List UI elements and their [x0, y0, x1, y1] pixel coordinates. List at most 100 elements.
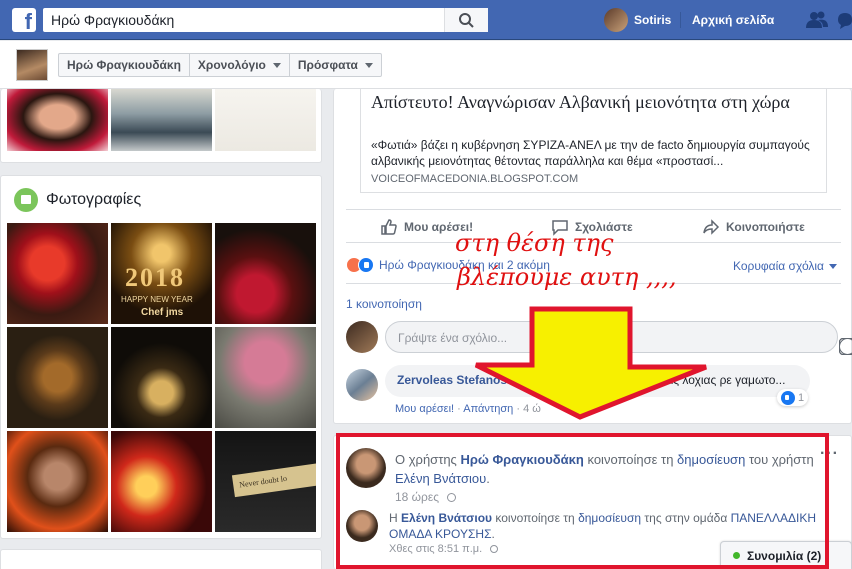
profile-nav-buttons: Ηρώ Φραγκιουδάκη Χρονολόγιο Πρόσφατα	[58, 53, 382, 77]
featured-photo[interactable]	[7, 89, 108, 151]
like-reaction-icon	[358, 257, 374, 273]
top-navigation-bar: f Sotiris Αρχική σελίδα	[0, 0, 852, 40]
photo-overlay-text: Chef jms	[141, 307, 184, 318]
shared-verb: κοινοποίησε τη	[587, 452, 674, 467]
sharer-name-link[interactable]: Ηρώ Φραγκιουδάκη	[460, 452, 583, 467]
chevron-down-icon	[272, 62, 281, 68]
shared-post-header: Ο χρήστης Ηρώ Φραγκιουδάκη κοινοποίησε τ…	[395, 452, 814, 486]
top-comments-dropdown[interactable]: Κορυφαία σχόλια	[733, 259, 837, 273]
comment-text: ένας λοχιας ρε γαμωτο...	[655, 373, 786, 387]
avatar[interactable]	[346, 369, 378, 401]
share-icon	[703, 219, 720, 235]
avatar	[604, 8, 628, 32]
recent-label: Πρόσφατα	[297, 58, 358, 72]
sticker-icon[interactable]	[839, 338, 852, 355]
annotation-text-line1: στη θέση της	[455, 229, 614, 257]
photo-tile[interactable]: Never doubt lo	[215, 431, 316, 532]
top-comments-label: Κορυφαία σχόλια	[732, 259, 824, 273]
avatar	[346, 321, 378, 353]
nested-verb: κοινοποίησε τη	[495, 511, 575, 525]
share-label: Κοινοποιήστε	[726, 220, 805, 234]
share-button[interactable]: Κοινοποιήστε	[702, 218, 805, 236]
photo-overlay-text: HAPPY NEW YEAR	[121, 295, 193, 304]
featured-photo[interactable]	[111, 89, 212, 151]
avatar[interactable]	[16, 49, 48, 81]
nested-post-link[interactable]: δημοσίευση	[578, 511, 641, 525]
photos-section: Φωτογραφίες 2018 HAPPY NEW YEAR Chef jms…	[0, 175, 322, 539]
shares-count-text: 1 κοινοποίηση	[346, 297, 422, 311]
photo-tile[interactable]	[215, 223, 316, 324]
link-description: «Φωτιά» βάζει η κυβέρνηση ΣΥΡΙΖΑ-ΑΝΕΛ με…	[371, 138, 810, 168]
shared-prefix: Ο χρήστης	[395, 452, 457, 467]
comment-like-count[interactable]: 1	[777, 389, 809, 406]
comment-input[interactable]: Γράψτε ένα σχόλιο...	[385, 321, 852, 355]
chevron-down-icon	[829, 263, 837, 269]
profile-shortcut[interactable]: Sotiris	[604, 8, 671, 32]
featured-photos	[0, 89, 322, 163]
photo-tile[interactable]	[7, 431, 108, 532]
chat-label: Συνομιλία (2)	[747, 548, 822, 563]
nested-in-group: της στην ομάδα	[644, 511, 728, 525]
more-options-icon[interactable]: ···	[820, 445, 839, 463]
globe-icon	[490, 545, 499, 553]
user-name: Sotiris	[634, 13, 672, 27]
photo-tile[interactable]	[7, 223, 108, 324]
comment-reply-link[interactable]: Απάντηση	[463, 403, 513, 415]
link-domain: VOICEOFMACEDONIA.BLOGSPOT.COM	[371, 173, 579, 185]
avatar[interactable]	[346, 448, 386, 488]
link-title[interactable]: Απίστευτο! Αναγνώρισαν Αλβανική μειονότη…	[371, 91, 811, 113]
photo-tile[interactable]	[7, 327, 108, 428]
nested-time: Χθες στις 8:51 π.μ.	[389, 543, 483, 555]
featured-photo[interactable]	[215, 89, 316, 151]
divider	[680, 12, 681, 28]
photos-icon	[14, 188, 38, 212]
search-input[interactable]	[43, 8, 443, 32]
timeline-label: Χρονολόγιο	[197, 58, 266, 72]
post-link[interactable]: δημοσίευση	[677, 452, 745, 467]
original-author-link[interactable]: Ελένη Βνάτσιου	[395, 471, 486, 486]
left-column-next-card	[0, 549, 322, 569]
online-status-icon	[733, 552, 740, 559]
link-preview[interactable]: Απίστευτο! Αναγνώρισαν Αλβανική μειονότη…	[360, 89, 827, 193]
friend-requests-icon[interactable]	[806, 11, 828, 29]
photo-overlay-text: Never doubt lo	[231, 462, 316, 498]
comment-like-link[interactable]: Μου αρέσει!	[395, 403, 454, 415]
comment-like-number: 1	[798, 391, 805, 404]
recent-dropdown[interactable]: Πρόσφατα	[290, 54, 381, 76]
comment-actions: Μου αρέσει! · Απάντηση · 4 ώ	[395, 403, 541, 415]
photo-tile[interactable]	[215, 327, 316, 428]
profile-name-button[interactable]: Ηρώ Φραγκιουδάκη	[59, 54, 190, 76]
nested-prefix: Η	[389, 511, 398, 525]
like-reaction-icon	[781, 390, 795, 405]
post-timestamp[interactable]: 18 ώρες	[395, 490, 457, 504]
chevron-down-icon	[364, 62, 373, 68]
annotation-text-line2: βλέπουμε αυτη ,,,,	[457, 263, 677, 291]
photos-header[interactable]: Φωτογραφίες	[14, 188, 141, 212]
nested-author-link[interactable]: Ελένη Βνάτσιου	[401, 511, 492, 525]
photo-overlay-text: 2018	[125, 263, 185, 292]
avatar[interactable]	[346, 510, 378, 542]
post-time: 18 ώρες	[395, 490, 440, 504]
facebook-logo-icon[interactable]: f	[12, 8, 36, 32]
photo-tile[interactable]	[111, 327, 212, 428]
timeline-dropdown[interactable]: Χρονολόγιο	[190, 54, 290, 76]
thumbs-up-icon	[381, 219, 397, 235]
photo-tile[interactable]	[111, 431, 212, 532]
globe-icon	[447, 492, 457, 502]
profile-name: Ηρώ Φραγκιουδάκη	[67, 58, 181, 72]
profile-subnav: Ηρώ Φραγκιουδάκη Χρονολόγιο Πρόσφατα	[0, 41, 852, 89]
home-link[interactable]: Αρχική σελίδα	[692, 13, 774, 27]
comment-author[interactable]: Zervoleas Stefanos	[397, 373, 507, 387]
chat-tab[interactable]: Συνομιλία (2)	[720, 541, 852, 569]
nested-share-header: Η Ελένη Βνάτσιου κοινοποίησε τη δημοσίευ…	[389, 511, 816, 541]
messages-icon[interactable]	[838, 11, 852, 29]
comment-placeholder: Γράψτε ένα σχόλιο...	[398, 331, 508, 345]
search-box	[43, 8, 488, 32]
search-button[interactable]	[444, 8, 488, 32]
of-user-text: του χρήστη	[748, 452, 814, 467]
comment-bubble: Zervoleas Stefanos ένας λοχιας ρε γαμωτο…	[385, 365, 810, 397]
nested-timestamp[interactable]: Χθες στις 8:51 π.μ.	[389, 543, 499, 555]
photos-title: Φωτογραφίες	[46, 191, 142, 208]
photo-tile[interactable]: 2018 HAPPY NEW YEAR Chef jms	[111, 223, 212, 324]
comment-time[interactable]: 4 ώ	[523, 403, 541, 415]
